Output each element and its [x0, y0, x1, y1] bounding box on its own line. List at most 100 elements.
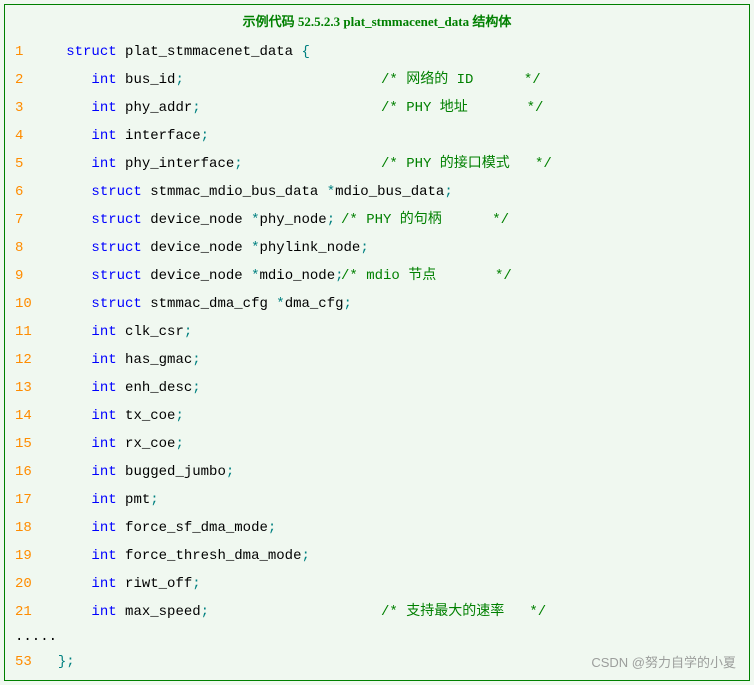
line-number: 9 [5, 262, 41, 290]
code-content: struct device_node *phy_node;/* PHY 的句柄 … [41, 206, 749, 234]
comment: /* PHY 的接口模式 */ [381, 150, 552, 178]
keyword: struct [66, 44, 116, 60]
code-content: }; [41, 648, 749, 676]
code-line: 53 }; [5, 648, 749, 676]
keyword: int [91, 72, 116, 88]
identifier: stmmac_mdio_bus_data [150, 184, 326, 200]
identifier: tx_coe [125, 408, 175, 424]
code-line: 11 int clk_csr; [5, 318, 749, 346]
keyword: struct [91, 212, 141, 228]
code-content: int phy_addr;/* PHY 地址 */ [41, 94, 749, 122]
code-content: int max_speed;/* 支持最大的速率 */ [41, 598, 749, 626]
identifier: has_gmac [125, 352, 192, 368]
code-content: int pmt; [41, 486, 749, 514]
keyword: struct [91, 184, 141, 200]
code-line: 20 int riwt_off; [5, 570, 749, 598]
punctuation: ; [268, 520, 276, 536]
punctuation: ; [201, 604, 209, 620]
punctuation: * [276, 296, 284, 312]
code-content: int tx_coe; [41, 402, 749, 430]
line-number: 3 [5, 94, 41, 122]
code-line: 5 int phy_interface;/* PHY 的接口模式 */ [5, 150, 749, 178]
identifier: device_node [150, 212, 251, 228]
punctuation: ; [175, 408, 183, 424]
line-number: 19 [5, 542, 41, 570]
code-last-line: 53 }; [5, 648, 749, 676]
code-line: 15 int rx_coe; [5, 430, 749, 458]
line-number: 6 [5, 178, 41, 206]
line-number: 18 [5, 514, 41, 542]
identifier: device_node [150, 268, 251, 284]
code-content: int phy_interface; /* PHY 的接口模式 */ [41, 150, 749, 178]
punctuation: ; [192, 576, 200, 592]
keyword: int [91, 324, 116, 340]
code-line: 7 struct device_node *phy_node;/* PHY 的句… [5, 206, 749, 234]
code-line: 1 struct plat_stmmacenet_data { [5, 38, 749, 66]
line-number: 21 [5, 598, 41, 626]
punctuation: ; [226, 464, 234, 480]
identifier: stmmac_dma_cfg [150, 296, 276, 312]
punctuation: }; [58, 654, 75, 670]
punctuation: ; [234, 156, 242, 172]
keyword: struct [91, 240, 141, 256]
comment: /* PHY 地址 */ [381, 94, 543, 122]
code-content: struct device_node *mdio_node;/* mdio 节点… [41, 262, 749, 290]
line-number: 4 [5, 122, 41, 150]
code-lines: 1 struct plat_stmmacenet_data {2 int bus… [5, 38, 749, 626]
identifier: phy_addr [125, 100, 192, 116]
code-line: 10 struct stmmac_dma_cfg *dma_cfg; [5, 290, 749, 318]
code-content: int interface; [41, 122, 749, 150]
comment: /* mdio 节点 */ [341, 262, 512, 290]
line-number: 12 [5, 346, 41, 374]
code-content: int clk_csr; [41, 318, 749, 346]
keyword: int [91, 436, 116, 452]
line-number: 17 [5, 486, 41, 514]
code-line: 13 int enh_desc; [5, 374, 749, 402]
punctuation: ; [360, 240, 368, 256]
punctuation: ; [175, 72, 183, 88]
identifier: clk_csr [125, 324, 184, 340]
keyword: struct [91, 296, 141, 312]
code-line: 18 int force_sf_dma_mode; [5, 514, 749, 542]
keyword: int [91, 548, 116, 564]
line-number: 14 [5, 402, 41, 430]
identifier: phylink_node [259, 240, 360, 256]
identifier: bus_id [125, 72, 175, 88]
line-number: 8 [5, 234, 41, 262]
identifier: mdio_node [259, 268, 335, 284]
code-line: 19 int force_thresh_dma_mode; [5, 542, 749, 570]
keyword: struct [91, 268, 141, 284]
punctuation: ; [327, 212, 335, 228]
keyword: int [91, 520, 116, 536]
line-number: 20 [5, 570, 41, 598]
punctuation: ; [192, 100, 200, 116]
identifier: enh_desc [125, 380, 192, 396]
identifier: interface [125, 128, 201, 144]
keyword: int [91, 576, 116, 592]
line-number: 2 [5, 66, 41, 94]
keyword: int [91, 408, 116, 424]
line-number: 7 [5, 206, 41, 234]
code-content: int riwt_off; [41, 570, 749, 598]
code-line: 21 int max_speed;/* 支持最大的速率 */ [5, 598, 749, 626]
line-number: 10 [5, 290, 41, 318]
keyword: int [91, 352, 116, 368]
code-content: struct device_node *phylink_node; [41, 234, 749, 262]
identifier: phy_interface [125, 156, 234, 172]
punctuation: * [327, 184, 335, 200]
code-content: struct plat_stmmacenet_data { [41, 38, 749, 66]
code-content: int enh_desc; [41, 374, 749, 402]
code-title: 示例代码 52.5.2.3 plat_stmmacenet_data 结构体 [5, 5, 749, 38]
code-line: 8 struct device_node *phylink_node; [5, 234, 749, 262]
code-content: int force_sf_dma_mode; [41, 514, 749, 542]
keyword: int [91, 156, 116, 172]
code-content: int bus_id; /* 网络的 ID */ [41, 66, 749, 94]
identifier: force_sf_dma_mode [125, 520, 268, 536]
keyword: int [91, 604, 116, 620]
code-line: 14 int tx_coe; [5, 402, 749, 430]
code-line: 16 int bugged_jumbo; [5, 458, 749, 486]
comment: /* 网络的 ID */ [381, 66, 541, 94]
punctuation: ; [201, 128, 209, 144]
keyword: int [91, 128, 116, 144]
identifier: riwt_off [125, 576, 192, 592]
